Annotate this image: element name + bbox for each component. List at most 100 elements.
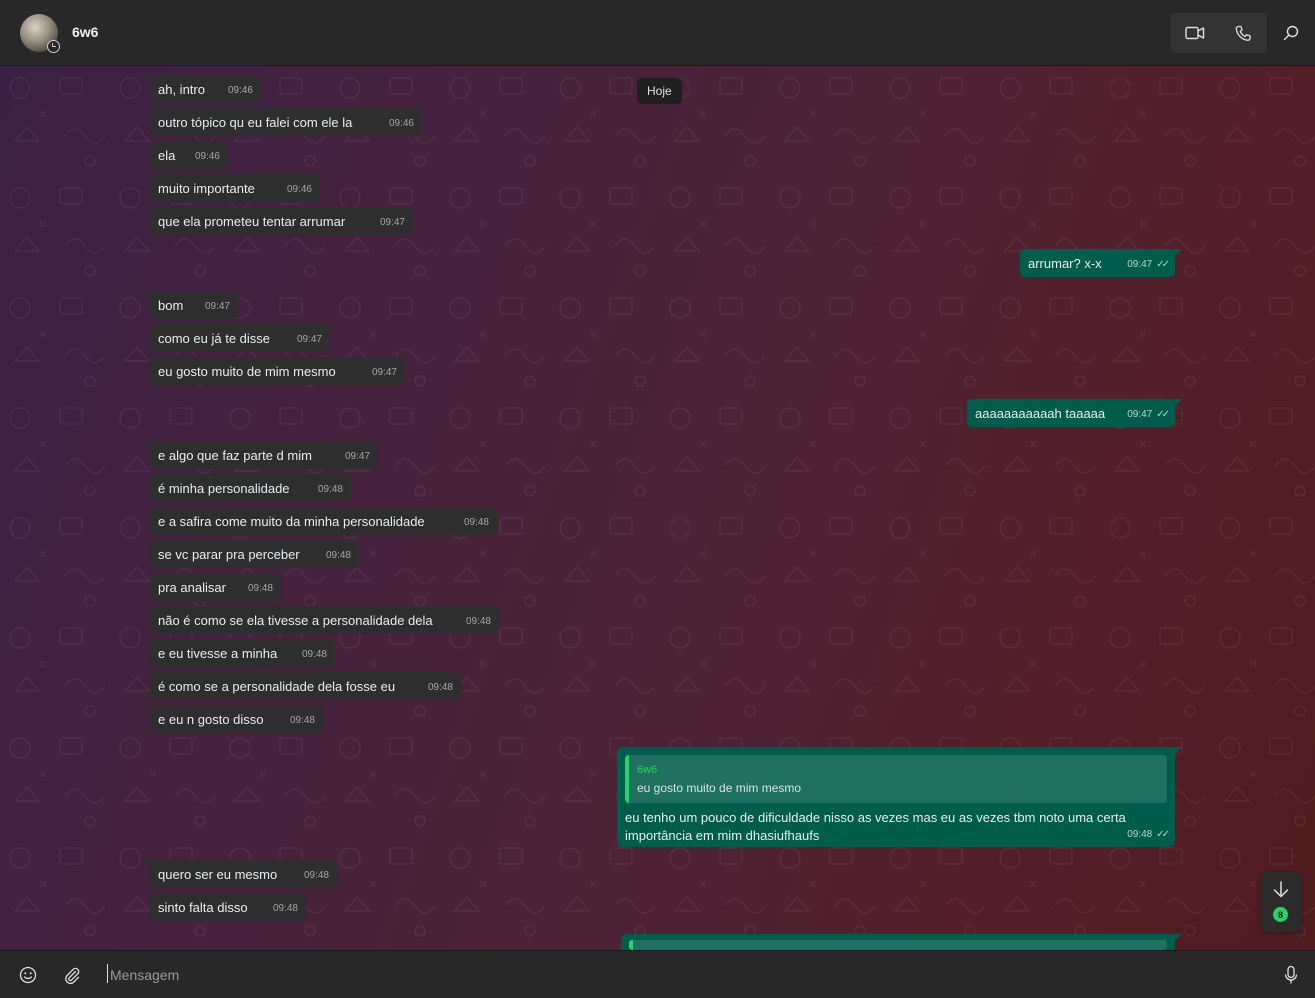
message-text: ela [158, 148, 176, 163]
message-time: 09:48 [325, 550, 351, 561]
message-time: 09:48 [427, 682, 453, 693]
message-bubble-incoming[interactable]: não é como se ela tivesse a personalidad… [150, 606, 499, 634]
text-caret [107, 964, 108, 983]
message-text: muito importante [158, 181, 255, 196]
message-time: 09:48 ✓✓ [1127, 826, 1170, 844]
message-time: 09:48 [465, 616, 491, 627]
message-text: e a safira come muito da minha personali… [158, 514, 425, 529]
quoted-message[interactable] [629, 940, 1167, 950]
message-bubble-incoming[interactable]: se vc parar pra perceber 09:48 [150, 540, 359, 568]
message-bubble-incoming[interactable]: e eu tivesse a minha 09:48 [150, 639, 335, 667]
message-text: eu gosto muito de mim mesmo [158, 364, 336, 379]
message-text: outro tópico qu eu falei com ele la [158, 115, 353, 130]
message-text: quero ser eu mesmo [158, 867, 278, 882]
message-bubble-incoming[interactable]: é minha personalidade 09:48 [150, 474, 351, 502]
message-text: e eu tivesse a minha [158, 646, 278, 661]
message-time: 09:47 [296, 334, 322, 345]
attach-icon[interactable] [62, 965, 82, 985]
message-bubble-outgoing[interactable]: aaaaaaaaaaah taaaaa 09:47 ✓✓ [967, 399, 1182, 427]
arrow-down-icon [1271, 880, 1291, 905]
message-text: como eu já te disse [158, 331, 271, 346]
message-bubble-incoming[interactable]: ah, intro 09:46 [143, 75, 261, 103]
message-bubble-outgoing-partial[interactable] [621, 934, 1182, 950]
message-text: sinto falta disso [158, 900, 248, 915]
message-text: não é como se ela tivesse a personalidad… [158, 613, 433, 628]
message-time: 09:48 [317, 484, 343, 495]
message-composer [0, 950, 1315, 998]
message-text: e algo que faz parte d mim [158, 448, 312, 463]
unread-count-badge: 8 [1273, 907, 1288, 922]
message-time: 09:48 [303, 870, 329, 881]
message-time: 09:48 [289, 715, 315, 726]
contact-name[interactable]: 6w6 [72, 24, 98, 40]
message-time: 09:47 ✓✓ [1127, 406, 1170, 424]
date-separator: Hoje [637, 78, 682, 104]
message-bubble-incoming[interactable]: pra analisar 09:48 [150, 573, 281, 601]
bubble-tail [1174, 747, 1182, 755]
message-time: 09:47 [379, 217, 405, 228]
message-input[interactable] [108, 963, 1262, 987]
message-text: é como se a personalidade dela fosse eu [158, 679, 396, 694]
message-bubble-incoming[interactable]: e algo que faz parte d mim 09:47 [143, 441, 378, 469]
message-text: é minha personalidade [158, 481, 290, 496]
message-bubble-incoming[interactable]: muito importante 09:46 [150, 174, 320, 202]
bubble-tail [143, 291, 151, 299]
message-time: 09:47 [204, 301, 230, 312]
message-time: 09:47 [344, 451, 370, 462]
message-text: pra analisar [158, 580, 226, 595]
message-time-text: 09:47 [1127, 409, 1153, 420]
status-ring-icon[interactable] [47, 40, 60, 53]
voice-call-icon[interactable] [1231, 23, 1255, 43]
read-check-icon: ✓✓ [1156, 829, 1170, 840]
message-text: se vc parar pra perceber [158, 547, 300, 562]
message-bubble-incoming[interactable]: e a safira come muito da minha personali… [150, 507, 497, 535]
message-bubble-incoming[interactable]: eu gosto muito de mim mesmo 09:47 [150, 357, 405, 385]
message-text: ah, intro [158, 82, 205, 97]
quoted-text: eu gosto muito de mim mesmo [637, 781, 802, 795]
message-list[interactable]: Hoje ah, intro 09:46 outro tópico qu eu … [0, 66, 1315, 950]
message-time: 09:48 [463, 517, 489, 528]
message-bubble-outgoing-reply[interactable]: 6w6 eu gosto muito de mim mesmo eu tenho… [617, 747, 1182, 847]
message-bubble-incoming[interactable]: é como se a personalidade dela fosse eu … [150, 672, 461, 700]
message-time: 09:46 [388, 118, 414, 129]
scroll-to-bottom-button[interactable]: 8 [1261, 872, 1301, 932]
message-time: 09:47 [371, 367, 397, 378]
message-time: 09:47 ✓✓ [1127, 256, 1170, 274]
message-time: 09:46 [286, 184, 312, 195]
search-icon[interactable] [1281, 23, 1301, 43]
video-call-icon[interactable] [1183, 23, 1207, 43]
emoji-icon[interactable] [18, 965, 38, 985]
message-bubble-incoming[interactable]: outro tópico qu eu falei com ele la 09:4… [150, 108, 422, 136]
message-text: bom [158, 298, 184, 313]
bubble-tail [143, 441, 151, 449]
message-bubble-incoming[interactable]: sinto falta disso 09:48 [150, 893, 306, 921]
message-bubble-incoming[interactable]: e eu n gosto disso 09:48 [150, 705, 323, 733]
message-text: aaaaaaaaaaah taaaaa [975, 406, 1106, 421]
bubble-tail [1174, 399, 1182, 407]
message-bubble-incoming[interactable]: como eu já te disse 09:47 [150, 324, 330, 352]
message-time-text: 09:48 [1127, 829, 1153, 840]
message-bubble-incoming[interactable]: ela 09:46 [150, 141, 228, 169]
message-time: 09:46 [227, 85, 253, 96]
message-time: 09:46 [194, 151, 220, 162]
message-time: 09:48 [301, 649, 327, 660]
quoted-author: 6w6 [637, 764, 658, 776]
message-time: 09:48 [272, 903, 298, 914]
message-bubble-incoming[interactable]: quero ser eu mesmo 09:48 [143, 860, 337, 888]
microphone-icon[interactable] [1281, 965, 1301, 985]
read-check-icon: ✓✓ [1156, 259, 1170, 270]
call-button-group [1171, 13, 1267, 53]
message-bubble-incoming[interactable]: bom 09:47 [143, 291, 238, 319]
message-text: e eu n gosto disso [158, 712, 264, 727]
message-bubble-incoming[interactable]: que ela prometeu tentar arrumar 09:47 [150, 207, 413, 235]
chat-header: 6w6 [0, 0, 1315, 66]
bubble-tail [1174, 934, 1182, 942]
read-check-icon: ✓✓ [1156, 409, 1170, 420]
bubble-tail [1174, 249, 1182, 257]
bubble-tail [143, 860, 151, 868]
message-bubble-outgoing[interactable]: arrumar? x-x 09:47 ✓✓ [1020, 249, 1182, 277]
message-time-text: 09:47 [1127, 259, 1153, 270]
message-time: 09:48 [247, 583, 273, 594]
quoted-message[interactable]: 6w6 eu gosto muito de mim mesmo [625, 755, 1167, 803]
message-text: arrumar? x-x [1028, 256, 1102, 271]
